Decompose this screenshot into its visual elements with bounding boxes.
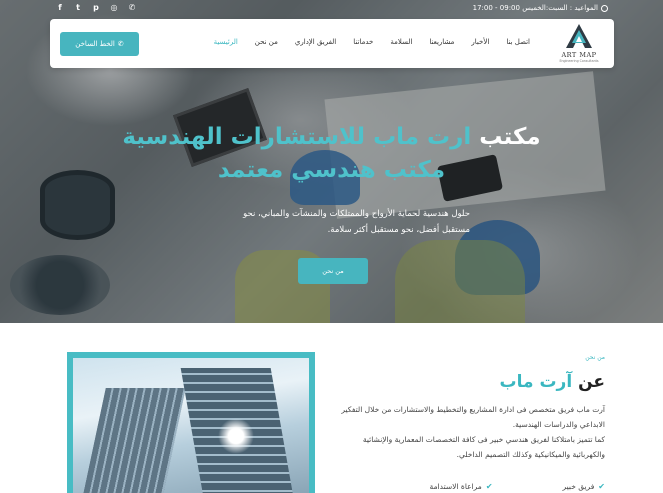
- feature-item: ✔ مراعاة الاستدامة: [430, 482, 493, 491]
- instagram-icon[interactable]: ◎: [109, 3, 119, 13]
- about-paragraph: كما تتميز بامتلاكنا لفريق هندسي خبير فى …: [362, 435, 605, 459]
- building-shape: [80, 388, 186, 493]
- about-us-button[interactable]: من نحن: [298, 258, 368, 284]
- about-features: ✔ فريق خبير ✔ مراعاة الاستدامة: [335, 482, 605, 491]
- feature-label: مراعاة الاستدامة: [429, 482, 482, 491]
- about-title: عن آرت ماب: [500, 372, 605, 392]
- hero-title-brand: ارت ماب: [373, 124, 472, 150]
- feature-label: فريق خبير: [562, 482, 595, 491]
- hero-description: حلول هندسية لحماية الأرواح والممتلكات وا…: [243, 209, 470, 235]
- sun-glare: [218, 418, 254, 454]
- nav-menu: الرئيسية من نحن الفريق الإداري خدماتنا ا…: [214, 38, 530, 46]
- logo-name: ART MAP: [561, 51, 597, 59]
- nav-item-team[interactable]: الفريق الإداري: [295, 38, 336, 46]
- pinterest-icon[interactable]: p: [91, 3, 101, 13]
- about-kicker: من نحن: [585, 354, 605, 361]
- working-hours: المواعيد : السبت:الخميس 09:00 - 17:00: [473, 4, 608, 12]
- hero-title-suffix: للاستشارات الهندسية: [122, 124, 374, 150]
- about-title-brand: آرت ماب: [499, 372, 573, 392]
- hero-subtitle: مكتب هندسي معتمد: [217, 157, 446, 183]
- hero-section: f t p ◎ ✆ المواعيد : السبت:الخميس 09:00 …: [0, 0, 663, 323]
- phone-icon: ✆: [117, 40, 124, 48]
- feature-item: ✔ فريق خبير: [563, 482, 605, 491]
- nav-item-safety[interactable]: السلامة: [390, 38, 412, 46]
- working-hours-text: المواعيد : السبت:الخميس 09:00 - 17:00: [472, 4, 598, 12]
- check-icon: ✔: [598, 482, 605, 491]
- hotline-label: الخط الساخن: [75, 40, 115, 48]
- nav-item-news[interactable]: الأخبار: [471, 38, 489, 46]
- social-links: f t p ◎ ✆: [55, 3, 137, 13]
- facebook-icon[interactable]: f: [55, 3, 65, 13]
- nav-item-services[interactable]: خدماتنا: [353, 38, 373, 46]
- nav-item-contact[interactable]: اتصل بنا: [506, 38, 530, 46]
- check-icon: ✔: [485, 482, 493, 491]
- whatsapp-icon[interactable]: ✆: [127, 3, 137, 13]
- about-image: [73, 358, 309, 493]
- hero-title: مكتب ارت ماب للاستشارات الهندسية: [0, 124, 663, 150]
- nav-item-about[interactable]: من نحن: [255, 38, 278, 46]
- hotline-button[interactable]: ✆ الخط الساخن: [60, 32, 139, 56]
- about-description: آرت ماب فريق متخصص فى ادارة المشاريع وال…: [335, 402, 605, 462]
- main-navbar: ART MAP Engineering Consultants الرئيسية…: [50, 19, 614, 68]
- clock-icon: [601, 4, 608, 12]
- about-image-frame: [67, 352, 315, 493]
- site-logo[interactable]: ART MAP Engineering Consultants: [552, 22, 606, 65]
- about-paragraph: آرت ماب فريق متخصص فى ادارة المشاريع وال…: [341, 405, 605, 429]
- top-bar: f t p ◎ ✆ المواعيد : السبت:الخميس 09:00 …: [0, 0, 663, 18]
- logo-mark-icon: [566, 24, 592, 48]
- nav-item-projects[interactable]: مشاريعنا: [429, 38, 454, 46]
- twitter-icon[interactable]: t: [73, 3, 83, 13]
- logo-subtitle: Engineering Consultants: [559, 59, 599, 63]
- about-title-prefix: عن: [572, 372, 605, 392]
- hero-title-prefix: مكتب: [471, 124, 541, 150]
- nav-item-home[interactable]: الرئيسية: [214, 38, 238, 46]
